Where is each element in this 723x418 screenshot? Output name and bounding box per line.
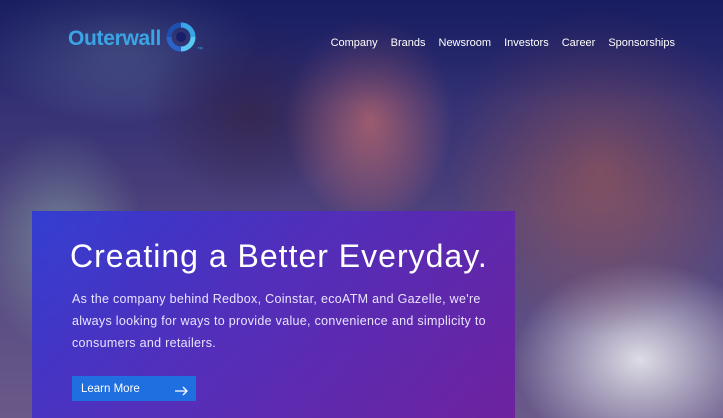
- hero-panel: Creating a Better Everyday. As the compa…: [32, 211, 515, 418]
- arrow-right-icon: [175, 386, 189, 396]
- outerwall-logo[interactable]: Outerwall ™: [68, 21, 203, 56]
- nav-item-sponsorships[interactable]: Sponsorships: [608, 37, 675, 49]
- homepage: Outerwall ™ Company Brands Newsroom Inve…: [0, 0, 723, 418]
- learn-more-label: Learn More: [81, 382, 140, 395]
- nav-item-career[interactable]: Career: [562, 37, 596, 49]
- nav-item-newsroom[interactable]: Newsroom: [439, 37, 492, 49]
- trademark-symbol: ™: [197, 47, 203, 53]
- nav-item-investors[interactable]: Investors: [504, 37, 549, 49]
- nav-item-brands[interactable]: Brands: [391, 37, 426, 49]
- site-header: Outerwall ™ Company Brands Newsroom Inve…: [0, 0, 723, 90]
- hero-body-text: As the company behind Redbox, Coinstar, …: [72, 292, 486, 350]
- logo-wordmark: Outerwall: [68, 27, 161, 50]
- logo-swirl-icon: ™: [165, 21, 203, 53]
- main-nav: Company Brands Newsroom Investors Career…: [331, 37, 675, 49]
- hero-headline: Creating a Better Everyday.: [70, 238, 488, 274]
- nav-item-company[interactable]: Company: [331, 37, 378, 49]
- learn-more-button[interactable]: Learn More: [72, 376, 196, 401]
